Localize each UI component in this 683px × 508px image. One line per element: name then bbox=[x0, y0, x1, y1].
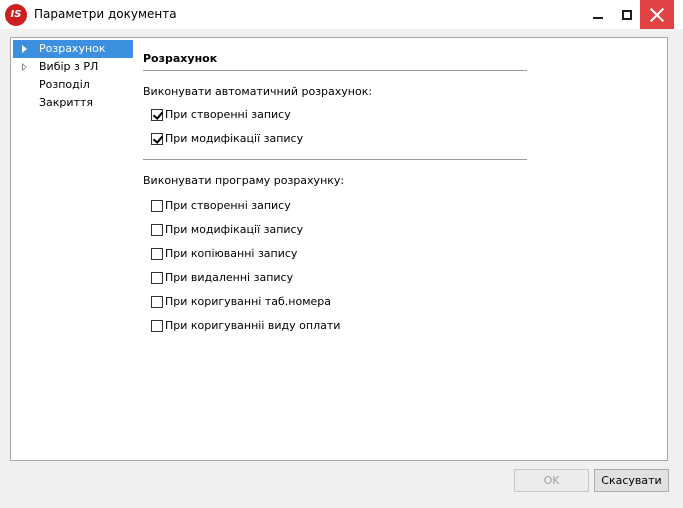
divider bbox=[143, 70, 527, 71]
checkbox-icon[interactable] bbox=[151, 296, 163, 308]
checkbox-icon[interactable] bbox=[151, 320, 163, 332]
ok-button[interactable]: OK bbox=[514, 469, 589, 492]
checkbox-label: При створенні запису bbox=[165, 108, 291, 121]
checkbox-icon[interactable] bbox=[151, 224, 163, 236]
section-content: Розрахунок Виконувати автоматичний розра… bbox=[143, 50, 527, 338]
program-on-modify-checkbox[interactable]: При модифікації запису bbox=[143, 218, 527, 242]
checkbox-label: При коригуванні таб.номера bbox=[165, 295, 331, 308]
settings-panel: Розрахунок Вибір з РЛ Розподіл Закриття … bbox=[10, 37, 668, 461]
program-calc-label: Виконувати програму розрахунку: bbox=[143, 174, 345, 187]
auto-calc-label: Виконувати автоматичний розрахунок: bbox=[143, 85, 373, 98]
expand-arrow-icon[interactable] bbox=[22, 63, 27, 71]
checkbox-label: При копіюванні запису bbox=[165, 247, 298, 260]
tree-item-vybir-z-rl[interactable]: Вибір з РЛ bbox=[13, 58, 133, 76]
app-logo-icon: IS bbox=[5, 4, 27, 26]
cancel-button[interactable]: Скасувати bbox=[594, 469, 669, 492]
tree-item-zakryttia[interactable]: Закриття bbox=[13, 94, 133, 112]
checkbox-label: При створенні запису bbox=[165, 199, 291, 212]
program-on-create-checkbox[interactable]: При створенні запису bbox=[143, 194, 527, 218]
tree-item-rozpodil[interactable]: Розподіл bbox=[13, 76, 133, 94]
checkbox-icon[interactable] bbox=[151, 272, 163, 284]
close-icon bbox=[650, 8, 664, 22]
checkbox-checked-icon[interactable] bbox=[151, 133, 163, 145]
maximize-icon bbox=[622, 9, 632, 20]
checkbox-checked-icon[interactable] bbox=[151, 109, 163, 121]
navigation-tree: Розрахунок Вибір з РЛ Розподіл Закриття bbox=[13, 40, 133, 112]
tree-item-label: Розрахунок bbox=[39, 42, 106, 55]
auto-calc-on-modify-checkbox[interactable]: При модифікації запису bbox=[143, 127, 527, 151]
expand-arrow-icon[interactable] bbox=[22, 45, 27, 53]
program-on-delete-checkbox[interactable]: При видаленні запису bbox=[143, 266, 527, 290]
tree-item-rozrakhunok[interactable]: Розрахунок bbox=[13, 40, 133, 58]
checkbox-label: При видаленні запису bbox=[165, 271, 294, 284]
checkbox-icon[interactable] bbox=[151, 200, 163, 212]
close-button[interactable] bbox=[640, 0, 674, 29]
checkbox-label: При модифікації запису bbox=[165, 132, 304, 145]
tree-item-label: Розподіл bbox=[39, 78, 90, 91]
title-bar: IS Параметри документа bbox=[0, 0, 683, 29]
divider bbox=[143, 159, 527, 160]
minimize-icon bbox=[593, 16, 603, 19]
minimize-button[interactable] bbox=[583, 0, 613, 29]
tree-item-label: Закриття bbox=[39, 96, 94, 109]
checkbox-icon[interactable] bbox=[151, 248, 163, 260]
program-on-tab-number-edit-checkbox[interactable]: При коригуванні таб.номера bbox=[143, 290, 527, 314]
program-on-copy-checkbox[interactable]: При копіюванні запису bbox=[143, 242, 527, 266]
maximize-button[interactable] bbox=[612, 0, 642, 29]
checkbox-label: При коригуванніі виду оплати bbox=[165, 319, 341, 332]
checkbox-label: При модифікації запису bbox=[165, 223, 304, 236]
window-title: Параметри документа bbox=[34, 7, 177, 21]
section-heading: Розрахунок bbox=[143, 52, 218, 65]
tree-item-label: Вибір з РЛ bbox=[39, 60, 99, 73]
program-on-payment-type-edit-checkbox[interactable]: При коригуванніі виду оплати bbox=[143, 314, 527, 338]
auto-calc-on-create-checkbox[interactable]: При створенні запису bbox=[143, 103, 527, 127]
